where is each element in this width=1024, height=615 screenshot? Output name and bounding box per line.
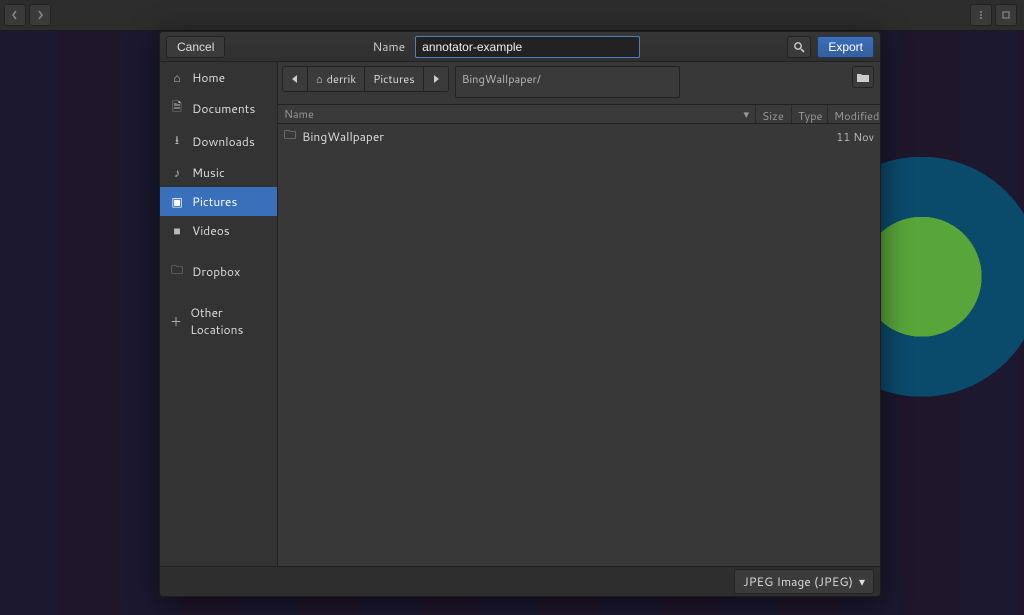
- content-pane: ⌂ derrik Pictures BingWallpaper/: [278, 62, 880, 566]
- dots-icon: [976, 10, 986, 20]
- sidebar-item-music[interactable]: ♪ Music: [160, 158, 277, 187]
- sidebar-item-label: Home: [192, 69, 225, 86]
- plus-icon: ＋: [170, 313, 182, 330]
- sidebar-item-documents[interactable]: 🗎 Documents: [160, 92, 277, 125]
- sidebar-item-other-locations[interactable]: ＋ Other Locations: [160, 298, 277, 344]
- column-headers: Name ▾ Size Type Modified: [278, 104, 880, 124]
- sidebar-item-home[interactable]: ⌂ Home: [160, 63, 277, 92]
- app-top-bar: [0, 0, 1024, 31]
- sidebar-item-pictures[interactable]: ▣ Pictures: [160, 187, 277, 216]
- home-icon: ⌂: [170, 69, 184, 86]
- home-icon: ⌂: [316, 71, 323, 87]
- dialog-header: Cancel Name Export: [160, 32, 880, 62]
- search-button[interactable]: [787, 36, 811, 58]
- sidebar-item-label: Pictures: [192, 193, 237, 210]
- triangle-right-icon: [432, 75, 440, 83]
- cancel-button[interactable]: Cancel: [166, 36, 225, 58]
- export-button[interactable]: Export: [817, 36, 874, 58]
- sidebar-item-label: Videos: [192, 222, 230, 239]
- export-dialog: Cancel Name Export ⌂ Home 🗎 Documents ⭳ …: [159, 31, 881, 597]
- breadcrumb: ⌂ derrik Pictures: [282, 66, 449, 92]
- sort-indicator-icon: ▾: [743, 106, 749, 122]
- file-modified: 11 Nov: [822, 129, 874, 145]
- path-autocomplete[interactable]: BingWallpaper/: [455, 66, 680, 98]
- breadcrumb-label: derrik: [327, 71, 356, 87]
- column-header-size[interactable]: Size: [756, 105, 792, 123]
- dialog-footer: JPEG Image (JPEG) ▾: [160, 566, 880, 596]
- folder-plus-icon: [857, 72, 869, 82]
- sidebar-item-label: Music: [192, 164, 225, 181]
- app-menu-button[interactable]: [970, 4, 992, 26]
- format-label: JPEG Image (JPEG): [743, 573, 853, 590]
- file-format-dropdown[interactable]: JPEG Image (JPEG) ▾: [734, 569, 874, 594]
- app-settings-button[interactable]: [995, 4, 1017, 26]
- filename-input[interactable]: [415, 36, 640, 58]
- sidebar-item-dropbox[interactable]: 🗀 Dropbox: [160, 255, 277, 288]
- breadcrumb-pictures[interactable]: Pictures: [365, 67, 424, 91]
- sidebar-item-videos[interactable]: ■ Videos: [160, 216, 277, 245]
- sidebar-item-label: Documents: [192, 100, 255, 117]
- folder-icon: 🗀: [284, 126, 296, 147]
- file-list[interactable]: 🗀 BingWallpaper 11 Nov: [278, 124, 880, 566]
- new-folder-button[interactable]: [852, 66, 874, 88]
- column-header-modified[interactable]: Modified: [828, 105, 880, 123]
- chevron-right-icon: [35, 10, 45, 20]
- pictures-icon: ▣: [170, 193, 184, 210]
- sidebar-item-downloads[interactable]: ⭳ Downloads: [160, 125, 277, 158]
- chevron-down-icon: ▾: [859, 573, 865, 590]
- videos-icon: ■: [170, 222, 184, 239]
- music-icon: ♪: [170, 164, 184, 181]
- file-row[interactable]: 🗀 BingWallpaper 11 Nov: [278, 124, 880, 149]
- chevron-left-icon: [10, 10, 20, 20]
- documents-icon: 🗎: [170, 98, 184, 119]
- triangle-left-icon: [291, 75, 299, 83]
- dropbox-icon: 🗀: [170, 261, 184, 282]
- nav-forward-button[interactable]: [29, 4, 51, 26]
- search-icon: [793, 41, 805, 53]
- places-sidebar: ⌂ Home 🗎 Documents ⭳ Downloads ♪ Music ▣…: [160, 62, 278, 566]
- breadcrumb-forward[interactable]: [424, 67, 448, 91]
- square-icon: [1001, 10, 1011, 20]
- sidebar-item-label: Downloads: [192, 133, 255, 150]
- downloads-icon: ⭳: [170, 131, 184, 152]
- column-header-name[interactable]: Name ▾: [278, 105, 756, 123]
- sidebar-item-label: Dropbox: [192, 263, 240, 280]
- column-header-type[interactable]: Type: [792, 105, 828, 123]
- file-name: BingWallpaper: [302, 128, 384, 145]
- breadcrumb-home[interactable]: ⌂ derrik: [308, 67, 365, 91]
- breadcrumb-back[interactable]: [283, 67, 308, 91]
- filename-label: Name: [373, 38, 406, 55]
- sidebar-item-label: Other Locations: [190, 304, 267, 338]
- nav-back-button[interactable]: [4, 4, 26, 26]
- breadcrumb-label: Pictures: [373, 71, 415, 87]
